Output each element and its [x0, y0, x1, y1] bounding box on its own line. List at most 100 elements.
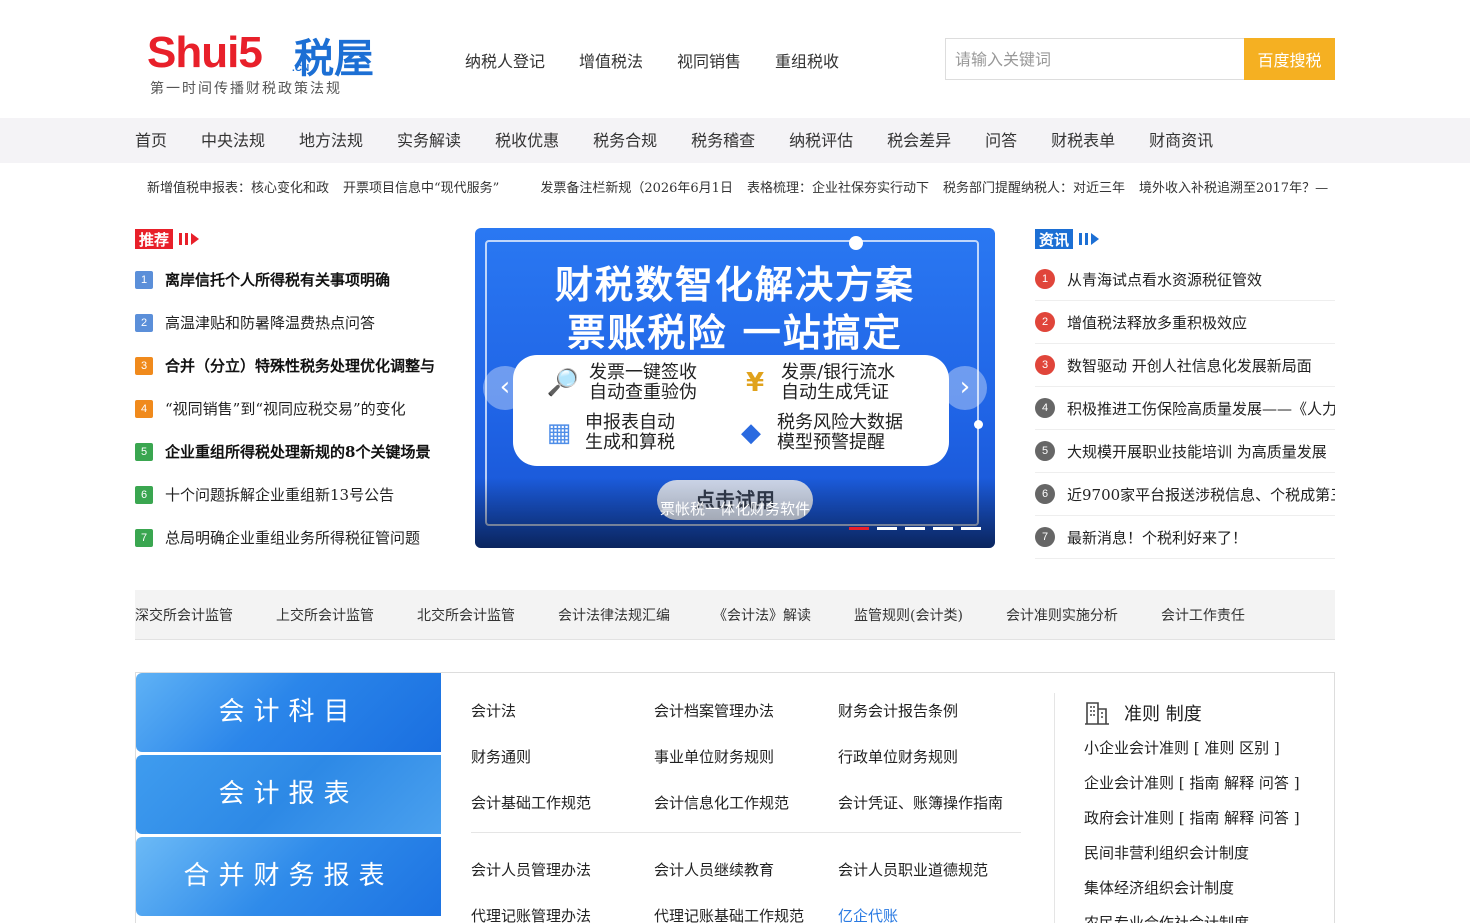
feature-line: 模型预警提醒 [777, 432, 885, 453]
news-item[interactable]: 2 增值税法释放多重积极效应 [1035, 301, 1335, 344]
banner-dot [849, 236, 863, 250]
regulation-link[interactable]: 会计基础工作规范 [471, 792, 591, 813]
main-nav-item[interactable]: 税收优惠 [495, 118, 559, 163]
main-nav-item[interactable]: 纳税评估 [789, 118, 853, 163]
recommend-item-title: “视同销售”到“视同应税交易”的变化 [165, 400, 406, 418]
banner-pager-dot[interactable] [933, 527, 953, 530]
main-nav-item[interactable]: 税务稽查 [691, 118, 755, 163]
regulation-link[interactable]: 会计人员继续教育 [654, 859, 774, 880]
regulation-link[interactable]: 会计法 [471, 700, 516, 721]
main-nav-item[interactable]: 地方法规 [299, 118, 363, 163]
standards-link[interactable]: 农民专业合作社会计制度 [1084, 912, 1324, 923]
regulation-link[interactable]: 财务会计报告条例 [838, 700, 958, 721]
standards-link[interactable]: 企业会计准则 [ 指南 解释 问答 ] [1084, 772, 1324, 807]
top-nav-link[interactable]: 视同销售 [677, 48, 741, 72]
recommend-item[interactable]: 5 企业重组所得税处理新规的8个关键场景 [135, 430, 435, 473]
standards-link[interactable]: 民间非营利组织会计制度 [1084, 842, 1324, 877]
regulation-link[interactable]: 会计凭证、账簿操作指南 [838, 792, 1003, 813]
page: Shui5 .CN 税屋 第一时间传播财税政策法规 纳税人登记 增值税法 视同销… [0, 0, 1470, 923]
news-item[interactable]: 1 从青海试点看水资源税征管效 [1035, 258, 1335, 301]
regulation-link[interactable]: 财务通则 [471, 746, 531, 767]
feature-line: 自动生成凭证 [781, 382, 889, 403]
main-nav-item[interactable]: 财商资讯 [1149, 118, 1213, 163]
news-item[interactable]: 7 最新消息！个税利好来了！ [1035, 516, 1335, 559]
promo-banner[interactable]: 财税数智化解决方案 票账税险 一站搞定 🔎 发票一键签收 自动查重验伪 ¥ 发票/… [475, 228, 995, 548]
top-nav-link[interactable]: 增值税法 [579, 48, 643, 72]
regulation-link[interactable]: 会计信息化工作规范 [654, 792, 789, 813]
banner-pager-dot[interactable] [877, 527, 897, 530]
feature-line: 生成和算税 [585, 432, 675, 453]
feature-line: 发票一键签收 [589, 362, 697, 383]
main-nav-item[interactable]: 问答 [985, 118, 1017, 163]
recommend-item[interactable]: 1 离岸信托个人所得税有关事项明确 [135, 258, 435, 301]
banner-title: 财税数智化解决方案 [554, 263, 915, 307]
main-nav-item[interactable]: 中央法规 [201, 118, 265, 163]
standards-link[interactable]: 小企业会计准则 [ 准则 区别 ] [1084, 737, 1324, 772]
banner-pager [849, 527, 981, 530]
banner-prev-button[interactable]: ‹ [483, 366, 527, 410]
regulation-link[interactable]: 会计人员职业道德规范 [838, 859, 988, 880]
ticker-item[interactable]: 税务部门提醒纳税人：对近三年 [943, 177, 1125, 196]
tile-consolidated-statements[interactable]: 合并财务报表 [136, 837, 441, 916]
standards-link[interactable]: 政府会计准则 [ 指南 解释 问答 ] [1084, 807, 1324, 842]
site-logo[interactable]: Shui5 .CN 税屋 第一时间传播财税政策法规 [147, 20, 377, 98]
news-item[interactable]: 5 大规模开展职业技能培训 为高质量发展 [1035, 430, 1335, 473]
regulation-link[interactable]: 行政单位财务规则 [838, 746, 958, 767]
strip-link[interactable]: 北交所会计监管 [417, 605, 515, 625]
strip-link[interactable]: 上交所会计监管 [276, 605, 374, 625]
main-nav-item[interactable]: 实务解读 [397, 118, 461, 163]
top-nav-link[interactable]: 重组税收 [775, 48, 839, 72]
strip-link[interactable]: 监管规则(会计类) [854, 605, 963, 625]
recommend-item[interactable]: 2 高温津贴和防暑降温费热点问答 [135, 301, 435, 344]
strip-link[interactable]: 深交所会计监管 [135, 605, 233, 625]
regulation-link[interactable]: 会计档案管理办法 [654, 700, 774, 721]
regulation-link[interactable]: 事业单位财务规则 [654, 746, 774, 767]
feature-line: 自动查重验伪 [589, 382, 697, 403]
banner-feature: ◆ 税务风险大数据 模型预警提醒 [733, 413, 903, 453]
news-tag: 资讯 [1035, 228, 1100, 250]
ticker-item[interactable]: 发票备注栏新规（2026年6月1日 [540, 177, 733, 196]
search-input[interactable] [946, 39, 1244, 79]
banner-pager-dot[interactable] [961, 527, 981, 530]
news-item[interactable]: 4 积极推进工伤保险高质量发展——《人力 [1035, 387, 1335, 430]
recommend-item[interactable]: 6 十个问题拆解企业重组新13号公告 [135, 473, 435, 516]
strip-link[interactable]: 会计工作责任 [1161, 605, 1245, 625]
regulation-link[interactable]: 代理记账基础工作规范 [654, 905, 804, 923]
banner-next-button[interactable]: › [943, 366, 987, 410]
strip-link[interactable]: 《会计法》解读 [713, 605, 811, 625]
main-nav-item[interactable]: 税会差异 [887, 118, 951, 163]
yuan-icon: ¥ [745, 368, 765, 398]
ticker-item[interactable]: 开票项目信息中“现代服务” [343, 177, 499, 196]
tile-accounting-statements[interactable]: 会计报表 [136, 755, 441, 834]
regulation-link[interactable]: 代理记账管理办法 [471, 905, 591, 923]
main-nav-item[interactable]: 首页 [135, 118, 167, 163]
recommend-list: 1 离岸信托个人所得税有关事项明确 2 高温津贴和防暑降温费热点问答 3 合并（分立）特殊… [135, 258, 435, 559]
header: Shui5 .CN 税屋 第一时间传播财税政策法规 纳税人登记 增值税法 视同销… [0, 0, 1470, 118]
main-nav-item[interactable]: 税务合规 [593, 118, 657, 163]
news-item[interactable]: 3 数智驱动 开创人社信息化发展新局面 [1035, 344, 1335, 387]
ticker-item[interactable]: 新增值税申报表：核心变化和政 [147, 177, 329, 196]
divider [471, 832, 1021, 833]
rank-badge: 5 [135, 442, 153, 461]
regulation-link[interactable]: 亿企代账 [838, 905, 898, 923]
standards-link[interactable]: 集体经济组织会计制度 [1084, 877, 1324, 912]
standards-title: 准则 制度 [1124, 704, 1202, 725]
rank-badge: 6 [1035, 484, 1055, 504]
ticker-item[interactable]: 境外收入补税追溯至2017年？— [1139, 177, 1328, 196]
strip-link[interactable]: 会计法律法规汇编 [558, 605, 670, 625]
top-nav-link[interactable]: 纳税人登记 [465, 48, 545, 72]
strip-link[interactable]: 会计准则实施分析 [1006, 605, 1118, 625]
recommend-item[interactable]: 3 合并（分立）特殊性税务处理优化调整与 [135, 344, 435, 387]
tile-accounting-subjects[interactable]: 会计科目 [136, 673, 441, 752]
recommend-item[interactable]: 7 总局明确企业重组业务所得税征管问题 [135, 516, 435, 559]
rank-badge: 2 [1035, 312, 1055, 332]
search-button[interactable]: 百度搜税 [1244, 38, 1335, 80]
recommend-item[interactable]: 4 “视同销售”到“视同应税交易”的变化 [135, 387, 435, 430]
main-nav-item[interactable]: 财税表单 [1051, 118, 1115, 163]
ticker-item[interactable]: 表格梳理：企业社保夯实行动下 [747, 177, 929, 196]
banner-pager-dot[interactable] [849, 527, 869, 530]
news-item[interactable]: 6 近9700家平台报送涉税信息、个税成第三 [1035, 473, 1335, 516]
banner-pager-dot[interactable] [905, 527, 925, 530]
news-item-title: 大规模开展职业技能培训 为高质量发展 [1067, 442, 1327, 461]
regulation-link[interactable]: 会计人员管理办法 [471, 859, 591, 880]
